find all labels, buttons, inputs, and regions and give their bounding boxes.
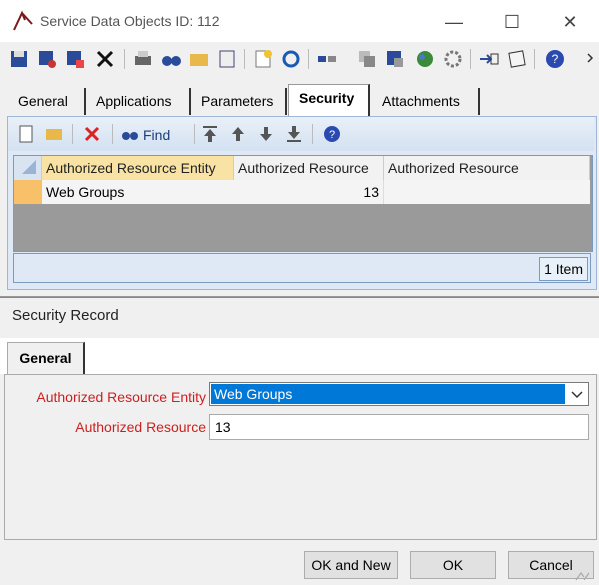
record-tabs: General Applications Parameters Security… bbox=[0, 84, 599, 116]
app-logo-icon bbox=[13, 10, 33, 31]
grid-corner[interactable] bbox=[14, 156, 42, 180]
tab-security[interactable]: Security bbox=[288, 84, 370, 116]
binoculars-icon[interactable] bbox=[160, 48, 182, 70]
delete-record-icon[interactable] bbox=[82, 124, 102, 144]
save-new-icon[interactable] bbox=[64, 48, 86, 70]
tab-general[interactable]: General bbox=[7, 342, 85, 374]
maximize-button[interactable]: ☐ bbox=[489, 8, 535, 36]
dialog-title: Security Record bbox=[12, 307, 119, 324]
move-down-icon[interactable] bbox=[256, 124, 276, 144]
new-document-icon[interactable] bbox=[252, 48, 274, 70]
security-grid: Authorized Resource Entity Authorized Re… bbox=[13, 155, 593, 252]
table-row-entity-cell[interactable]: Web Groups bbox=[42, 180, 234, 204]
folder-icon[interactable] bbox=[188, 48, 210, 70]
toolbar-separator bbox=[72, 124, 73, 144]
dialog-tab-strip bbox=[0, 338, 599, 374]
entity-selected-value[interactable]: Web Groups bbox=[211, 384, 565, 404]
column-header-entity[interactable]: Authorized Resource Entity bbox=[42, 156, 234, 180]
resource-label: Authorized Resource bbox=[75, 419, 206, 435]
find-binoculars-icon[interactable] bbox=[120, 124, 140, 144]
move-bottom-icon[interactable] bbox=[284, 124, 304, 144]
copy-icon[interactable] bbox=[356, 48, 378, 70]
globe-icon[interactable] bbox=[414, 48, 436, 70]
settings-cycle-icon[interactable] bbox=[442, 48, 464, 70]
svg-text:?: ? bbox=[329, 129, 335, 141]
entity-label: Authorized Resource Entity bbox=[36, 389, 206, 405]
column-header-resource[interactable]: Authorized Resource bbox=[234, 156, 384, 180]
toolbar-separator bbox=[124, 49, 125, 69]
close-button[interactable]: ✕ bbox=[547, 8, 593, 36]
title-bar: Service Data Objects ID: 112 — ☐ ✕ bbox=[0, 0, 599, 42]
item-count: 1 Item bbox=[539, 257, 588, 281]
resource-field[interactable]: 13 bbox=[209, 414, 589, 440]
notes-icon[interactable] bbox=[506, 48, 528, 70]
tab-applications[interactable]: Applications bbox=[86, 88, 191, 115]
find-button[interactable]: Find bbox=[143, 127, 170, 143]
new-record-icon[interactable] bbox=[16, 124, 36, 144]
refresh-icon[interactable] bbox=[280, 48, 302, 70]
toolbar-separator bbox=[308, 49, 309, 69]
link-icon[interactable] bbox=[316, 48, 338, 70]
svg-text:?: ? bbox=[552, 52, 559, 66]
toolbar-separator bbox=[470, 49, 471, 69]
entity-select[interactable]: Web Groups bbox=[209, 382, 589, 406]
grid-status-bar: 1 Item bbox=[13, 253, 591, 283]
help-icon[interactable]: ? bbox=[322, 124, 342, 144]
column-header-resource-name[interactable]: Authorized Resource bbox=[384, 156, 590, 180]
export-icon[interactable] bbox=[478, 48, 500, 70]
ok-button[interactable]: OK bbox=[410, 551, 496, 579]
table-row-resource-name-cell[interactable] bbox=[384, 180, 590, 204]
table-row-resource-cell[interactable]: 13 bbox=[234, 180, 384, 204]
toolbar-separator bbox=[112, 124, 113, 144]
toolbar-separator bbox=[312, 124, 313, 144]
toolbar-separator bbox=[534, 49, 535, 69]
overflow-chevron-icon[interactable] bbox=[586, 48, 596, 70]
list-icon[interactable] bbox=[216, 48, 238, 70]
help-icon[interactable]: ? bbox=[544, 48, 566, 70]
row-indicator[interactable] bbox=[14, 180, 42, 204]
delete-icon[interactable] bbox=[94, 48, 116, 70]
select-all-icon bbox=[22, 160, 36, 174]
chevron-down-icon[interactable] bbox=[567, 384, 587, 404]
tab-parameters[interactable]: Parameters bbox=[191, 88, 287, 115]
service-data-objects-window: Service Data Objects ID: 112 — ☐ ✕ ? Gen… bbox=[0, 0, 599, 297]
tab-attachments[interactable]: Attachments bbox=[372, 88, 480, 115]
ok-and-new-button[interactable]: OK and New bbox=[304, 551, 398, 579]
move-top-icon[interactable] bbox=[200, 124, 220, 144]
open-folder-icon[interactable] bbox=[44, 124, 64, 144]
print-icon[interactable] bbox=[132, 48, 154, 70]
security-record-dialog: Security Record General Authorized Resou… bbox=[0, 297, 599, 585]
resize-grip-icon[interactable] bbox=[574, 571, 592, 581]
save-copy-icon[interactable] bbox=[384, 48, 406, 70]
toolbar-separator bbox=[244, 49, 245, 69]
save-close-icon[interactable] bbox=[36, 48, 58, 70]
tab-general[interactable]: General bbox=[8, 88, 86, 115]
security-panel: Find ? Authorized Resource Entity Author… bbox=[7, 116, 597, 290]
save-icon[interactable] bbox=[8, 48, 30, 70]
toolbar-separator bbox=[194, 124, 195, 144]
window-title: Service Data Objects ID: 112 bbox=[40, 13, 220, 29]
main-toolbar: ? bbox=[0, 44, 599, 76]
move-up-icon[interactable] bbox=[228, 124, 248, 144]
minimize-button[interactable]: — bbox=[431, 8, 477, 36]
security-toolbar: Find ? bbox=[8, 117, 594, 151]
